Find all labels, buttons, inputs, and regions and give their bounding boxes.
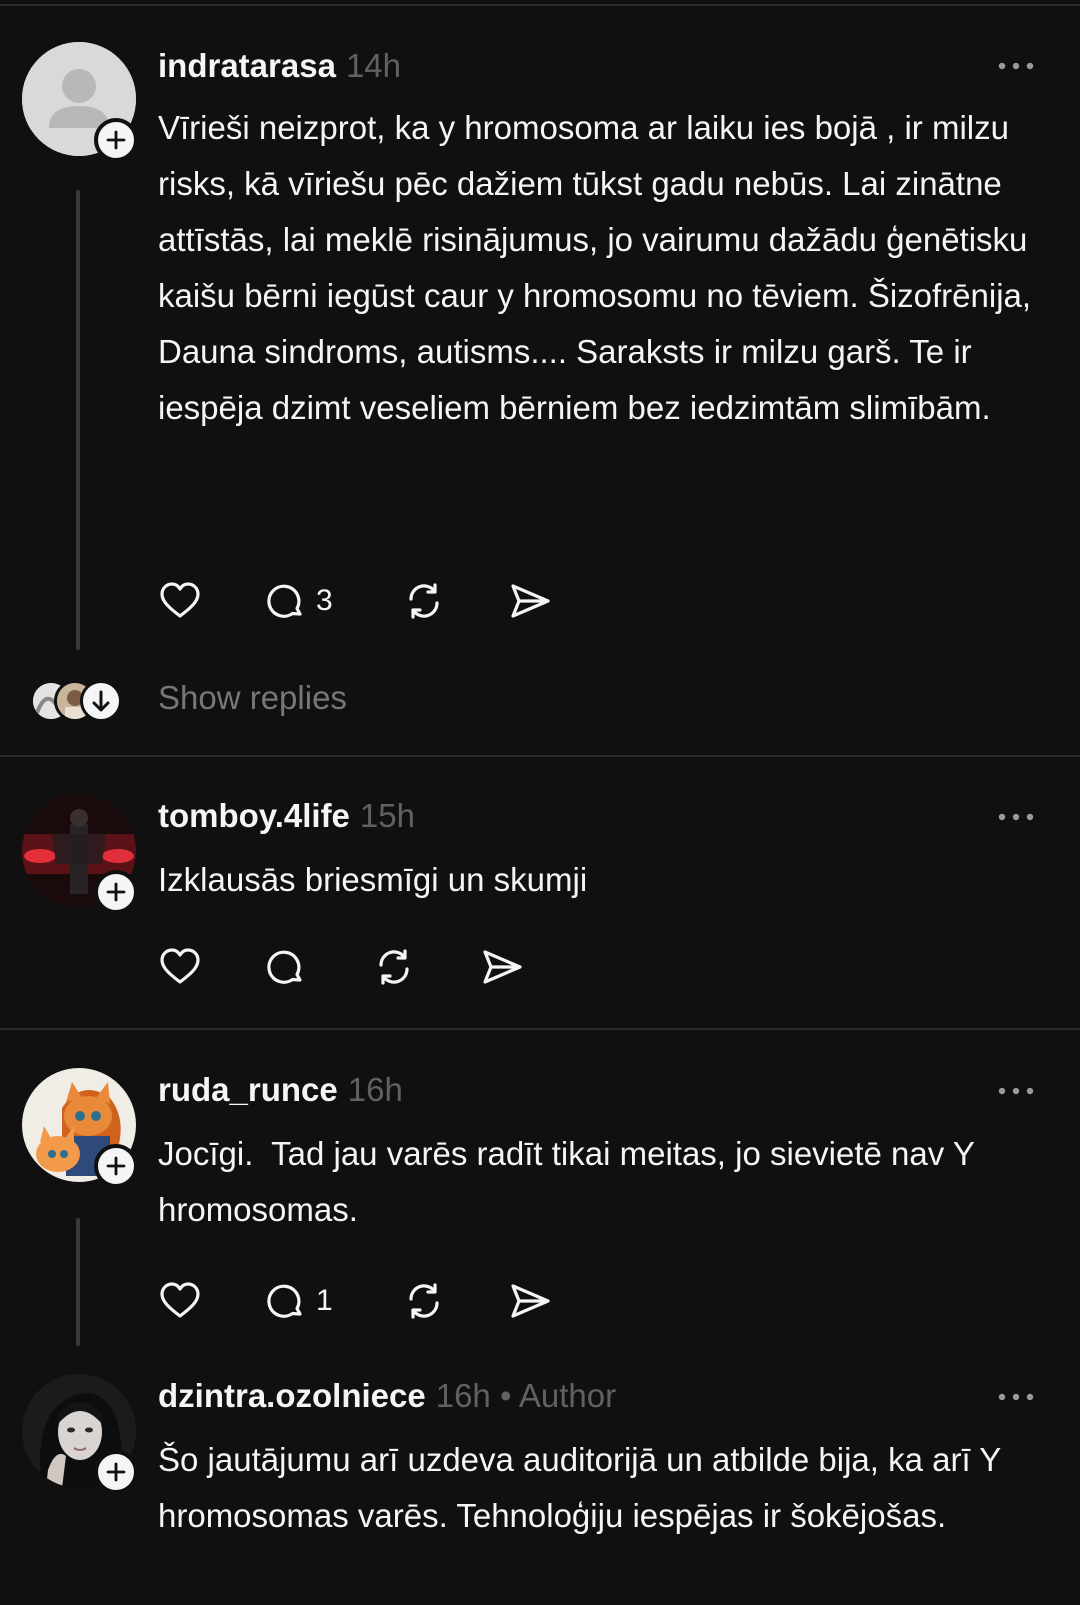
comment-icon xyxy=(267,584,302,618)
reply-count: 3 xyxy=(316,584,333,617)
like-button[interactable] xyxy=(158,942,202,992)
follow-button[interactable] xyxy=(94,1450,138,1494)
follow-plus-icon xyxy=(106,1156,126,1176)
more-icon[interactable] xyxy=(996,1085,1036,1097)
post-divider xyxy=(0,1028,1080,1030)
post-text: Vīrieši neizprot, ka y hromosoma ar laik… xyxy=(158,109,1032,426)
repost-button[interactable] xyxy=(372,942,416,992)
comment-icon xyxy=(267,950,302,984)
username[interactable]: tomboy.4life xyxy=(158,797,350,834)
post-text: Šo jautājumu arī uzdeva auditorijā un at… xyxy=(158,1441,1001,1534)
post-text: Izklausās briesmīgi un skumji xyxy=(158,861,588,898)
follow-button[interactable] xyxy=(94,118,138,162)
follow-plus-icon xyxy=(106,1462,126,1482)
timestamp[interactable]: 14h xyxy=(346,47,401,84)
like-icon xyxy=(160,1282,200,1318)
post-header: ruda_runce 16h xyxy=(158,1070,403,1110)
more-icon[interactable] xyxy=(996,60,1036,72)
repost-icon xyxy=(409,1283,439,1319)
like-icon xyxy=(160,582,200,618)
arrow-down-icon xyxy=(80,680,122,722)
repost-button[interactable] xyxy=(402,1276,446,1326)
username[interactable]: ruda_runce xyxy=(158,1071,338,1108)
share-icon xyxy=(511,584,550,618)
comment-icon xyxy=(267,1284,302,1318)
reply-count: 1 xyxy=(316,1284,333,1317)
post-header: dzintra.ozolniece 16h • Author xyxy=(158,1376,616,1416)
top-divider xyxy=(0,4,1080,6)
like-button[interactable] xyxy=(158,1276,202,1326)
share-icon xyxy=(511,1284,550,1318)
like-button[interactable] xyxy=(158,576,202,626)
repost-button[interactable] xyxy=(402,576,446,626)
show-replies-link[interactable]: Show replies xyxy=(158,676,347,720)
thread-line xyxy=(76,190,80,650)
author-badge: • Author xyxy=(499,1377,617,1414)
more-icon[interactable] xyxy=(996,811,1036,823)
follow-button[interactable] xyxy=(94,1144,138,1188)
follow-plus-icon xyxy=(106,130,126,150)
repost-icon xyxy=(379,949,409,985)
share-button[interactable] xyxy=(480,942,524,992)
follow-button[interactable] xyxy=(94,870,138,914)
comment-button[interactable]: 1 xyxy=(264,1276,333,1326)
repost-icon xyxy=(409,583,439,619)
follow-plus-icon xyxy=(106,882,126,902)
comment-button[interactable]: 3 xyxy=(264,576,333,626)
timestamp[interactable]: 16h xyxy=(436,1377,491,1414)
username[interactable]: dzintra.ozolniece xyxy=(158,1377,426,1414)
share-button[interactable] xyxy=(508,1276,552,1326)
thread-line xyxy=(76,1218,80,1346)
username[interactable]: indratarasa xyxy=(158,47,336,84)
more-icon[interactable] xyxy=(996,1391,1036,1403)
share-icon xyxy=(483,950,522,984)
timestamp[interactable]: 15h xyxy=(360,797,415,834)
post-text: Jocīgi. Tad jau varēs radīt tikai meitas… xyxy=(158,1135,984,1228)
post-divider xyxy=(0,755,1080,757)
share-button[interactable] xyxy=(508,576,552,626)
timestamp[interactable]: 16h xyxy=(348,1071,403,1108)
comment-button[interactable] xyxy=(264,942,308,992)
post-header: indratarasa 14h xyxy=(158,46,401,86)
like-icon xyxy=(160,948,200,984)
post-header: tomboy.4life 15h xyxy=(158,796,415,836)
